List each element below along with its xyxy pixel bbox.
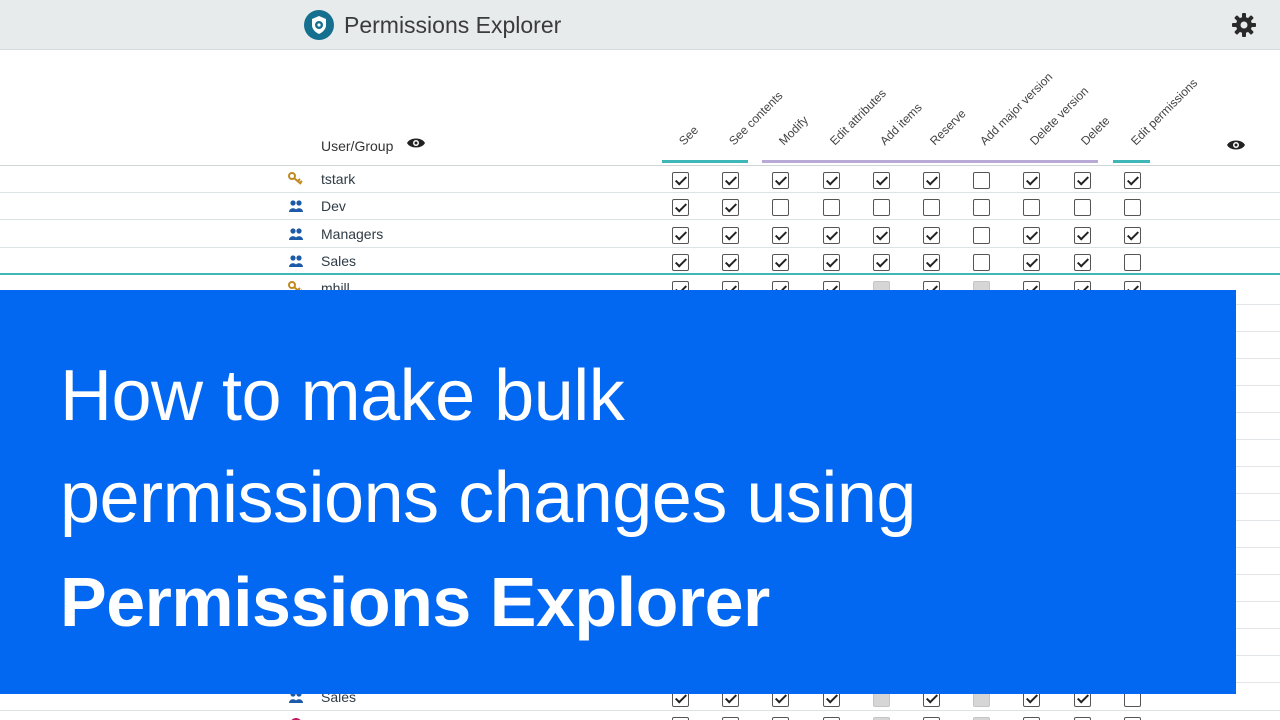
permission-checkbox[interactable] [722,226,740,244]
row-name[interactable]: tstark [321,171,355,187]
table-row[interactable] [0,711,1280,720]
permission-checkbox[interactable] [822,226,840,244]
permission-checkbox[interactable] [822,199,840,217]
permission-checkbox[interactable] [1023,253,1041,271]
permission-checkbox[interactable] [1073,199,1091,217]
banner-line-1: How to make bulk [60,356,625,436]
permission-checkbox[interactable] [772,226,790,244]
permission-checkbox[interactable] [722,253,740,271]
table-row[interactable]: tstark [0,166,1280,193]
title-banner: How to make bulk permissions changes usi… [0,290,1236,694]
selection-divider [0,273,1280,275]
scroll-strip [1236,290,1280,694]
permission-checkbox[interactable] [923,226,940,244]
row-divider [1236,466,1280,467]
permission-checkbox[interactable] [772,199,790,217]
group-icon [288,254,304,268]
banner-line-2: permissions changes using [60,458,916,538]
permission-checkbox[interactable] [1023,199,1041,217]
row-divider [1236,682,1280,683]
row-divider [1236,574,1280,575]
permission-checkbox[interactable] [822,172,840,189]
permission-checkbox[interactable] [772,253,790,271]
banner-line-3: Permissions Explorer [60,563,770,641]
permission-checkbox[interactable] [872,199,890,217]
permission-checkbox[interactable] [973,253,991,271]
permission-checkbox[interactable] [722,199,740,217]
permission-checkbox[interactable] [822,253,840,271]
row-divider [1236,331,1280,332]
shield-gear-icon [304,10,334,40]
column-header-reserve[interactable]: Reserve [927,107,968,148]
permission-checkbox[interactable] [872,226,890,244]
permission-checkbox[interactable] [672,253,689,271]
group-bar-modify [762,160,1098,163]
permission-checkbox[interactable] [1123,253,1141,271]
column-header-edit-permissions[interactable]: Edit permissions [1128,76,1200,148]
eye-icon[interactable] [1226,138,1246,157]
permission-checkbox[interactable] [1073,172,1091,189]
permission-checkbox[interactable] [973,226,991,244]
table-row[interactable]: Managers [0,221,1280,248]
column-header-modify[interactable]: Modify [776,113,811,148]
permission-checkbox[interactable] [772,172,790,189]
row-name[interactable]: Sales [321,253,356,269]
group-bar-permissions [1113,160,1150,163]
permission-checkbox[interactable] [722,172,740,189]
row-divider [1236,358,1280,359]
app-header: Permissions Explorer [0,0,1280,50]
row-name[interactable]: Managers [321,226,383,242]
permission-checkbox[interactable] [1123,172,1141,189]
table-row[interactable]: Dev [0,193,1280,221]
column-header-see[interactable]: See [676,123,701,148]
table-row[interactable]: Sales [0,248,1280,275]
row-divider [1236,385,1280,386]
row-divider [1236,304,1280,305]
permission-checkbox[interactable] [672,199,689,217]
key-icon [288,172,304,186]
row-divider [1236,520,1280,521]
group-bar-see [662,160,748,163]
row-divider [1236,439,1280,440]
permission-checkbox[interactable] [923,172,940,189]
eye-icon[interactable] [406,136,426,155]
permission-checkbox[interactable] [1073,253,1091,271]
row-divider [1236,493,1280,494]
permission-checkbox[interactable] [973,199,991,217]
column-header-area: User/Group See See contents Modify Edit att… [0,50,1280,166]
permission-checkbox[interactable] [672,226,689,244]
user-group-header[interactable]: User/Group [321,138,393,154]
row-divider [1236,601,1280,602]
permission-checkbox[interactable] [973,172,991,189]
row-divider [1236,655,1280,656]
permission-checkbox[interactable] [923,199,940,217]
permission-checkbox[interactable] [1123,199,1141,217]
permission-checkbox[interactable] [1073,226,1091,244]
permission-checkbox[interactable] [923,253,940,271]
gear-icon[interactable] [1230,11,1258,39]
row-divider [1236,628,1280,629]
permission-checkbox[interactable] [1123,226,1141,244]
column-header-add-items[interactable]: Add items [877,100,925,148]
permission-checkbox[interactable] [872,253,890,271]
group-icon [288,199,304,213]
row-divider [1236,412,1280,413]
group-icon [288,227,304,241]
permission-checkbox[interactable] [1023,226,1041,244]
column-header-delete[interactable]: Delete [1078,114,1112,148]
permission-checkbox[interactable] [872,172,890,189]
app-title: Permissions Explorer [344,12,562,38]
permission-checkbox[interactable] [672,172,689,189]
permission-checkbox[interactable] [1023,172,1041,189]
row-divider [1236,547,1280,548]
row-name[interactable]: Dev [321,198,346,214]
